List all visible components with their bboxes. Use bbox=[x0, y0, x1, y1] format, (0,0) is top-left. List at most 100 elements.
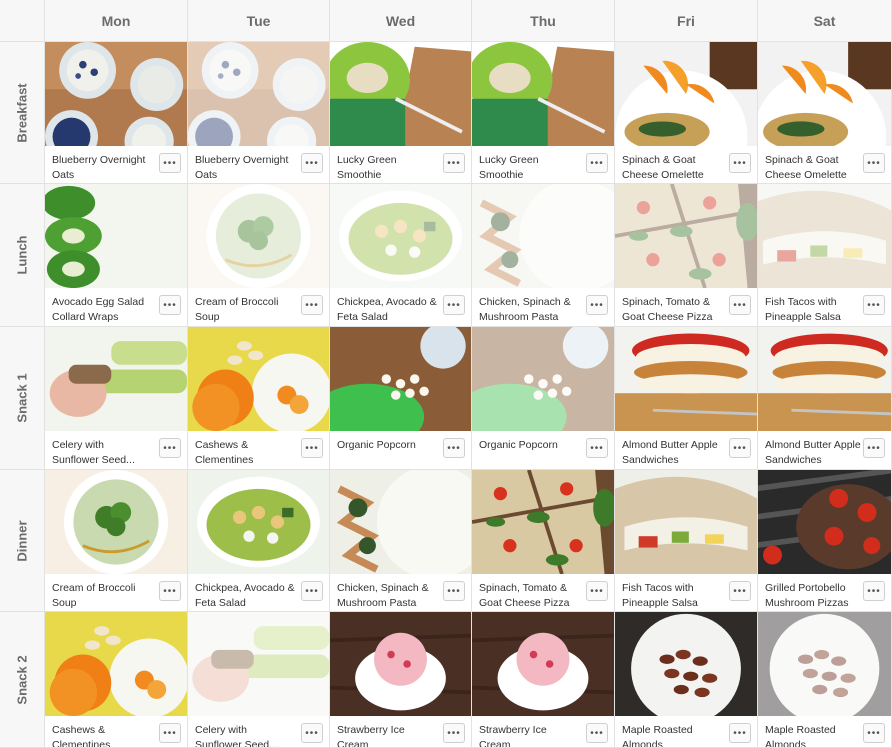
recipe-name[interactable]: Blueberry Overnight Oats bbox=[52, 153, 152, 183]
recipe-card-dinner-fri[interactable]: Fish Tacos with Pineapple Salsa ••• bbox=[615, 470, 758, 612]
more-options-button[interactable]: ••• bbox=[159, 295, 181, 315]
recipe-card-lunch-sat[interactable]: Fish Tacos with Pineapple Salsa ••• bbox=[758, 184, 892, 327]
more-options-button[interactable]: ••• bbox=[301, 295, 323, 315]
popcorn-photo[interactable] bbox=[472, 327, 614, 431]
cashews-clementines-photo[interactable] bbox=[188, 327, 329, 431]
recipe-card-lunch-fri[interactable]: Spinach, Tomato & Goat Cheese Pizza ••• bbox=[615, 184, 758, 327]
recipe-name[interactable]: Chickpea, Avocado & Feta Salad bbox=[337, 295, 437, 325]
fish-tacos-photo[interactable] bbox=[615, 470, 757, 574]
more-options-button[interactable]: ••• bbox=[586, 153, 608, 173]
collard-wraps-photo[interactable] bbox=[45, 184, 187, 288]
recipe-name[interactable]: Lucky Green Smoothie bbox=[479, 153, 579, 183]
green-smoothie-photo[interactable] bbox=[330, 42, 471, 146]
recipe-name[interactable]: Almond Butter Apple Sandwiches bbox=[622, 438, 722, 468]
recipe-card-breakfast-thu[interactable]: Lucky Green Smoothie ••• bbox=[472, 42, 615, 184]
more-options-button[interactable]: ••• bbox=[863, 438, 885, 458]
more-options-button[interactable]: ••• bbox=[586, 723, 608, 743]
more-options-button[interactable]: ••• bbox=[729, 581, 751, 601]
pizza-photo[interactable] bbox=[472, 470, 614, 574]
chickpea-salad-photo[interactable] bbox=[188, 470, 329, 574]
recipe-card-dinner-sat[interactable]: Grilled Portobello Mushroom Pizzas ••• bbox=[758, 470, 892, 612]
popcorn-photo[interactable] bbox=[330, 327, 471, 431]
recipe-card-breakfast-tue[interactable]: Blueberry Overnight Oats ••• bbox=[188, 42, 330, 184]
recipe-name[interactable]: Strawberry Ice Cream bbox=[337, 723, 437, 747]
recipe-name[interactable]: Almond Butter Apple Sandwiches bbox=[765, 438, 865, 468]
recipe-card-lunch-thu[interactable]: Chicken, Spinach & Mushroom Pasta ••• bbox=[472, 184, 615, 327]
broccoli-soup-photo[interactable] bbox=[45, 470, 187, 574]
more-options-button[interactable]: ••• bbox=[586, 295, 608, 315]
recipe-card-dinner-mon[interactable]: Cream of Broccoli Soup ••• bbox=[45, 470, 188, 612]
recipe-name[interactable]: Maple Roasted Almonds bbox=[765, 723, 865, 747]
more-options-button[interactable]: ••• bbox=[159, 581, 181, 601]
recipe-card-breakfast-mon[interactable]: Blueberry Overnight Oats ••• bbox=[45, 42, 188, 184]
recipe-name[interactable]: Spinach, Tomato & Goat Cheese Pizza bbox=[622, 295, 722, 325]
recipe-card-snack-2-tue[interactable]: Celery with Sunflower Seed... ••• bbox=[188, 612, 330, 748]
more-options-button[interactable]: ••• bbox=[729, 153, 751, 173]
more-options-button[interactable]: ••• bbox=[443, 581, 465, 601]
recipe-name[interactable]: Maple Roasted Almonds bbox=[622, 723, 722, 747]
more-options-button[interactable]: ••• bbox=[586, 581, 608, 601]
recipe-card-snack-2-fri[interactable]: Maple Roasted Almonds ••• bbox=[615, 612, 758, 748]
recipe-name[interactable]: Organic Popcorn bbox=[479, 438, 579, 453]
recipe-card-snack-2-wed[interactable]: Strawberry Ice Cream ••• bbox=[330, 612, 472, 748]
ice-cream-photo[interactable] bbox=[472, 612, 614, 716]
recipe-name[interactable]: Spinach & Goat Cheese Omelette bbox=[622, 153, 722, 183]
recipe-card-breakfast-wed[interactable]: Lucky Green Smoothie ••• bbox=[330, 42, 472, 184]
more-options-button[interactable]: ••• bbox=[159, 153, 181, 173]
recipe-name[interactable]: Chicken, Spinach & Mushroom Pasta bbox=[337, 581, 437, 611]
cashews-clementines-photo[interactable] bbox=[45, 612, 187, 716]
more-options-button[interactable]: ••• bbox=[159, 438, 181, 458]
more-options-button[interactable]: ••• bbox=[443, 295, 465, 315]
more-options-button[interactable]: ••• bbox=[443, 723, 465, 743]
recipe-name[interactable]: Celery with Sunflower Seed... bbox=[195, 723, 295, 747]
more-options-button[interactable]: ••• bbox=[443, 153, 465, 173]
recipe-name[interactable]: Organic Popcorn bbox=[337, 438, 437, 453]
recipe-card-snack-1-wed[interactable]: Organic Popcorn ••• bbox=[330, 327, 472, 470]
omelette-photo[interactable] bbox=[758, 42, 891, 146]
more-options-button[interactable]: ••• bbox=[443, 438, 465, 458]
omelette-photo[interactable] bbox=[615, 42, 757, 146]
recipe-name[interactable]: Celery with Sunflower Seed... bbox=[52, 438, 152, 468]
recipe-card-snack-1-mon[interactable]: Celery with Sunflower Seed... ••• bbox=[45, 327, 188, 470]
recipe-card-snack-1-fri[interactable]: Almond Butter Apple Sandwiches ••• bbox=[615, 327, 758, 470]
recipe-card-dinner-tue[interactable]: Chickpea, Avocado & Feta Salad ••• bbox=[188, 470, 330, 612]
apple-sandwich-photo[interactable] bbox=[615, 327, 757, 431]
more-options-button[interactable]: ••• bbox=[586, 438, 608, 458]
more-options-button[interactable]: ••• bbox=[159, 723, 181, 743]
more-options-button[interactable]: ••• bbox=[863, 295, 885, 315]
broccoli-soup-photo[interactable] bbox=[188, 184, 329, 288]
recipe-name[interactable]: Cream of Broccoli Soup bbox=[52, 581, 152, 611]
almonds-photo[interactable] bbox=[615, 612, 757, 716]
recipe-name[interactable]: Cream of Broccoli Soup bbox=[195, 295, 295, 325]
more-options-button[interactable]: ••• bbox=[301, 438, 323, 458]
recipe-name[interactable]: Spinach & Goat Cheese Omelette bbox=[765, 153, 865, 183]
recipe-card-snack-2-sat[interactable]: Maple Roasted Almonds ••• bbox=[758, 612, 892, 748]
recipe-name[interactable]: Strawberry Ice Cream bbox=[479, 723, 579, 747]
recipe-card-snack-2-thu[interactable]: Strawberry Ice Cream ••• bbox=[472, 612, 615, 748]
recipe-card-lunch-tue[interactable]: Cream of Broccoli Soup ••• bbox=[188, 184, 330, 327]
recipe-card-snack-1-tue[interactable]: Cashews & Clementines ••• bbox=[188, 327, 330, 470]
more-options-button[interactable]: ••• bbox=[729, 295, 751, 315]
celery-photo[interactable] bbox=[188, 612, 329, 716]
more-options-button[interactable]: ••• bbox=[301, 723, 323, 743]
ice-cream-photo[interactable] bbox=[330, 612, 471, 716]
more-options-button[interactable]: ••• bbox=[301, 581, 323, 601]
recipe-name[interactable]: Spinach, Tomato & Goat Cheese Pizza bbox=[479, 581, 579, 611]
almonds-photo[interactable] bbox=[758, 612, 891, 716]
recipe-card-snack-1-thu[interactable]: Organic Popcorn ••• bbox=[472, 327, 615, 470]
recipe-name[interactable]: Grilled Portobello Mushroom Pizzas bbox=[765, 581, 865, 611]
pasta-photo[interactable] bbox=[472, 184, 614, 288]
pasta-photo[interactable] bbox=[330, 470, 471, 574]
recipe-name[interactable]: Lucky Green Smoothie bbox=[337, 153, 437, 183]
more-options-button[interactable]: ••• bbox=[863, 153, 885, 173]
more-options-button[interactable]: ••• bbox=[301, 153, 323, 173]
recipe-card-dinner-thu[interactable]: Spinach, Tomato & Goat Cheese Pizza ••• bbox=[472, 470, 615, 612]
recipe-card-breakfast-fri[interactable]: Spinach & Goat Cheese Omelette ••• bbox=[615, 42, 758, 184]
portobello-photo[interactable] bbox=[758, 470, 891, 574]
recipe-card-snack-1-sat[interactable]: Almond Butter Apple Sandwiches ••• bbox=[758, 327, 892, 470]
recipe-name[interactable]: Fish Tacos with Pineapple Salsa bbox=[622, 581, 722, 611]
recipe-card-dinner-wed[interactable]: Chicken, Spinach & Mushroom Pasta ••• bbox=[330, 470, 472, 612]
oats-jars-photo[interactable] bbox=[188, 42, 329, 146]
recipe-name[interactable]: Chickpea, Avocado & Feta Salad bbox=[195, 581, 295, 611]
recipe-card-snack-2-mon[interactable]: Cashews & Clementines ••• bbox=[45, 612, 188, 748]
